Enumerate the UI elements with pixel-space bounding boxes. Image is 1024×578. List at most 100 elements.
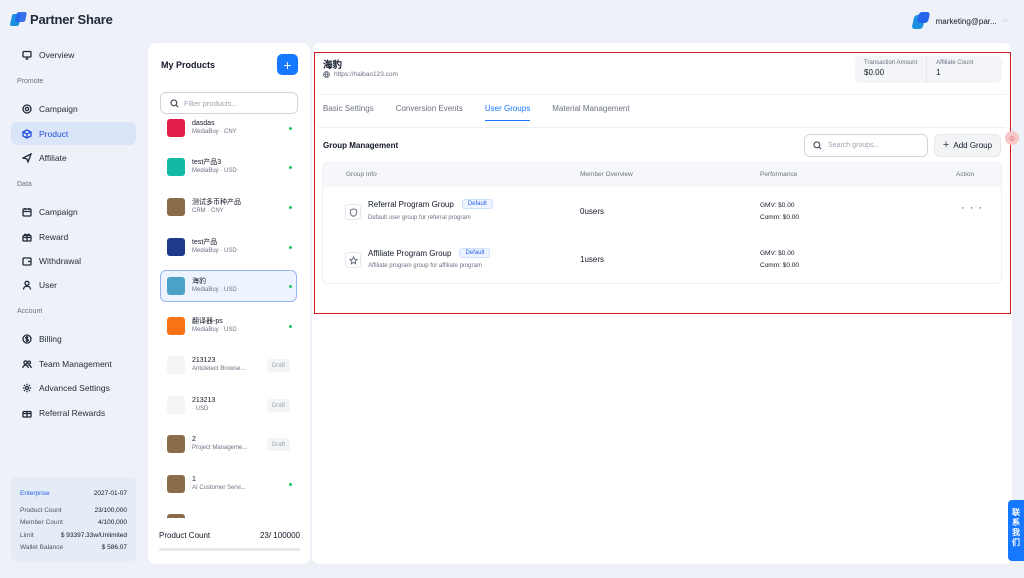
add-product-button[interactable]: + bbox=[277, 54, 298, 75]
stat-label: Affiliate Count bbox=[936, 60, 974, 66]
section-title-data: Data bbox=[17, 181, 32, 188]
active-status-dot bbox=[289, 127, 292, 130]
plan-row-label: Member Count bbox=[20, 519, 63, 527]
product-filter-input[interactable]: Filter products... bbox=[160, 92, 298, 114]
column-header-group-info: Group Info bbox=[346, 171, 377, 178]
sidebar-item-affiliate[interactable]: Affiliate bbox=[11, 146, 136, 169]
sidebar-item-reward[interactable]: Reward bbox=[11, 225, 136, 248]
tab-user-groups[interactable]: User Groups bbox=[484, 104, 531, 121]
product-url-text: https://haibao123.com bbox=[334, 71, 398, 78]
product-thumbnail bbox=[167, 317, 185, 335]
group-gmv: GMV: $0.00 bbox=[760, 202, 795, 209]
team-icon bbox=[22, 359, 32, 369]
product-name: 213123 bbox=[192, 357, 216, 364]
product-thumbnail bbox=[167, 158, 185, 176]
tab-conversion-events[interactable]: Conversion Events bbox=[396, 104, 463, 121]
product-list-item[interactable]: 2 Project Manageme... Draft bbox=[160, 428, 297, 460]
plan-row-label: Product Count bbox=[20, 506, 62, 514]
products-panel-title: My Products bbox=[161, 60, 216, 70]
sidebar-item-label: User bbox=[39, 279, 57, 290]
product-subtitle: AI Customer Servi... bbox=[192, 485, 246, 491]
stat-affiliate-count: Affiliate Count 1 bbox=[926, 56, 982, 83]
group-commission: Comm: $0.00 bbox=[760, 213, 800, 221]
product-list-item[interactable]: 213123 Antidetect Browse... Draft bbox=[160, 349, 297, 381]
stat-label: Transaction Amount bbox=[864, 60, 918, 66]
tab-material-management[interactable]: Material Management bbox=[552, 104, 629, 121]
avatar bbox=[911, 12, 930, 30]
group-name[interactable]: Affiliate Program Group Default bbox=[368, 248, 491, 258]
plan-name: Enterprise bbox=[20, 489, 50, 497]
sidebar-item-label: Team Management bbox=[39, 358, 112, 369]
app-logo[interactable]: Partner Share bbox=[9, 12, 113, 27]
group-gmv: GMV: $0.00 bbox=[760, 250, 795, 257]
sidebar-item-label: Campaign bbox=[39, 206, 78, 217]
product-thumbnail bbox=[167, 396, 185, 414]
column-header-action: Action bbox=[956, 171, 975, 178]
product-list-item[interactable]: 测试多币种产品 CRM · CNY bbox=[160, 191, 297, 223]
user-menu[interactable]: marketing@par... ⌵ bbox=[911, 12, 1008, 30]
product-list-item[interactable]: 海豹 MediaBuy · USD bbox=[160, 270, 297, 302]
contact-us-button[interactable]: 联系我们 bbox=[1008, 500, 1024, 561]
product-text: dasdas MediaBuy · CNY bbox=[192, 119, 237, 137]
group-name[interactable]: Referral Program Group Default bbox=[368, 199, 493, 209]
sidebar-item-campaign-promote[interactable]: Campaign bbox=[11, 97, 136, 120]
product-list-item[interactable]: 213213 · USD Draft bbox=[160, 389, 297, 421]
stat-value: $0.00 bbox=[864, 68, 885, 77]
sidebar-item-campaign-data[interactable]: Campaign bbox=[11, 200, 136, 223]
sidebar-item-billing[interactable]: Billing bbox=[11, 327, 136, 350]
sidebar-item-overview[interactable]: Overview bbox=[11, 43, 136, 66]
tab-basic-settings[interactable]: Basic Settings bbox=[323, 104, 374, 121]
product-subtitle: CRM · CNY bbox=[192, 208, 224, 214]
search-groups-input[interactable]: Search groups... bbox=[804, 134, 928, 157]
product-list-item[interactable]: test产品 MediaBuy · USD bbox=[160, 231, 297, 263]
group-name-text: Referral Program Group bbox=[368, 199, 454, 209]
calendar-icon bbox=[22, 207, 32, 217]
product-name: 海豹 bbox=[192, 278, 206, 285]
active-status-dot bbox=[289, 166, 292, 169]
product-list-item[interactable]: 1 AI Customer Servi... bbox=[160, 468, 297, 500]
sidebar-item-label: Product bbox=[39, 128, 69, 139]
sidebar-item-withdrawal[interactable]: Withdrawal bbox=[11, 249, 136, 272]
product-list-item[interactable]: dasdas MediaBuy · CNY bbox=[160, 117, 297, 144]
product-thumbnail bbox=[167, 277, 185, 295]
product-thumbnail bbox=[167, 475, 185, 493]
dollar-icon bbox=[22, 333, 32, 344]
groups-table-header bbox=[323, 163, 1001, 187]
sidebar-item-advanced-settings[interactable]: Advanced Settings bbox=[11, 376, 136, 399]
partnershare-logo-icon bbox=[9, 12, 28, 27]
box-icon bbox=[22, 128, 32, 139]
sidebar-item-user[interactable]: User bbox=[11, 273, 136, 296]
logo-text: Partner Share bbox=[30, 12, 113, 27]
stat-value: 1 bbox=[936, 68, 941, 77]
product-count-progress bbox=[159, 548, 300, 551]
draft-badge: Draft bbox=[266, 399, 290, 412]
group-commission: Comm: $0.00 bbox=[760, 261, 800, 269]
product-name: 1 bbox=[192, 476, 196, 483]
product-name: 2 bbox=[192, 436, 196, 443]
add-group-button[interactable]: + Add Group bbox=[934, 134, 1001, 157]
product-list-item[interactable]: test产品3 MediaBuy · USD bbox=[160, 151, 297, 183]
product-count: Product Count 23/ 100000 bbox=[159, 531, 300, 540]
products-panel: My Products + Filter products... dasdas M… bbox=[148, 43, 310, 564]
sidebar-item-referral-rewards[interactable]: Referral Rewards bbox=[11, 401, 136, 424]
default-badge: Default bbox=[461, 199, 493, 209]
sidebar-item-team-management[interactable]: Team Management bbox=[11, 352, 136, 375]
product-text: 翻译器-ps MediaBuy · USD bbox=[192, 317, 237, 335]
product-url[interactable]: https://haibao123.com bbox=[323, 71, 398, 78]
product-subtitle: MediaBuy · USD bbox=[192, 248, 237, 254]
contact-us-char: 系 bbox=[1012, 518, 1020, 527]
star-icon bbox=[345, 252, 361, 268]
contact-us-char: 们 bbox=[1012, 538, 1020, 547]
product-thumbnail bbox=[167, 356, 185, 374]
active-status-dot bbox=[289, 483, 292, 486]
product-list[interactable]: dasdas MediaBuy · CNY test产品3 MediaBuy · US… bbox=[160, 117, 300, 518]
floating-helper-icon[interactable]: ☺ bbox=[1005, 131, 1019, 145]
product-list-item[interactable]: 测试222 bbox=[160, 507, 297, 518]
product-name: 测试多币种产品 bbox=[192, 199, 241, 206]
sidebar-item-product[interactable]: Product bbox=[11, 122, 136, 145]
product-list-item[interactable]: 翻译器-ps MediaBuy · USD bbox=[160, 310, 297, 342]
search-groups-placeholder: Search groups... bbox=[828, 142, 880, 149]
product-count-value: 23/ 100000 bbox=[259, 531, 300, 540]
more-actions-icon[interactable]: · · · bbox=[961, 202, 983, 214]
filter-placeholder: Filter products... bbox=[184, 98, 238, 108]
